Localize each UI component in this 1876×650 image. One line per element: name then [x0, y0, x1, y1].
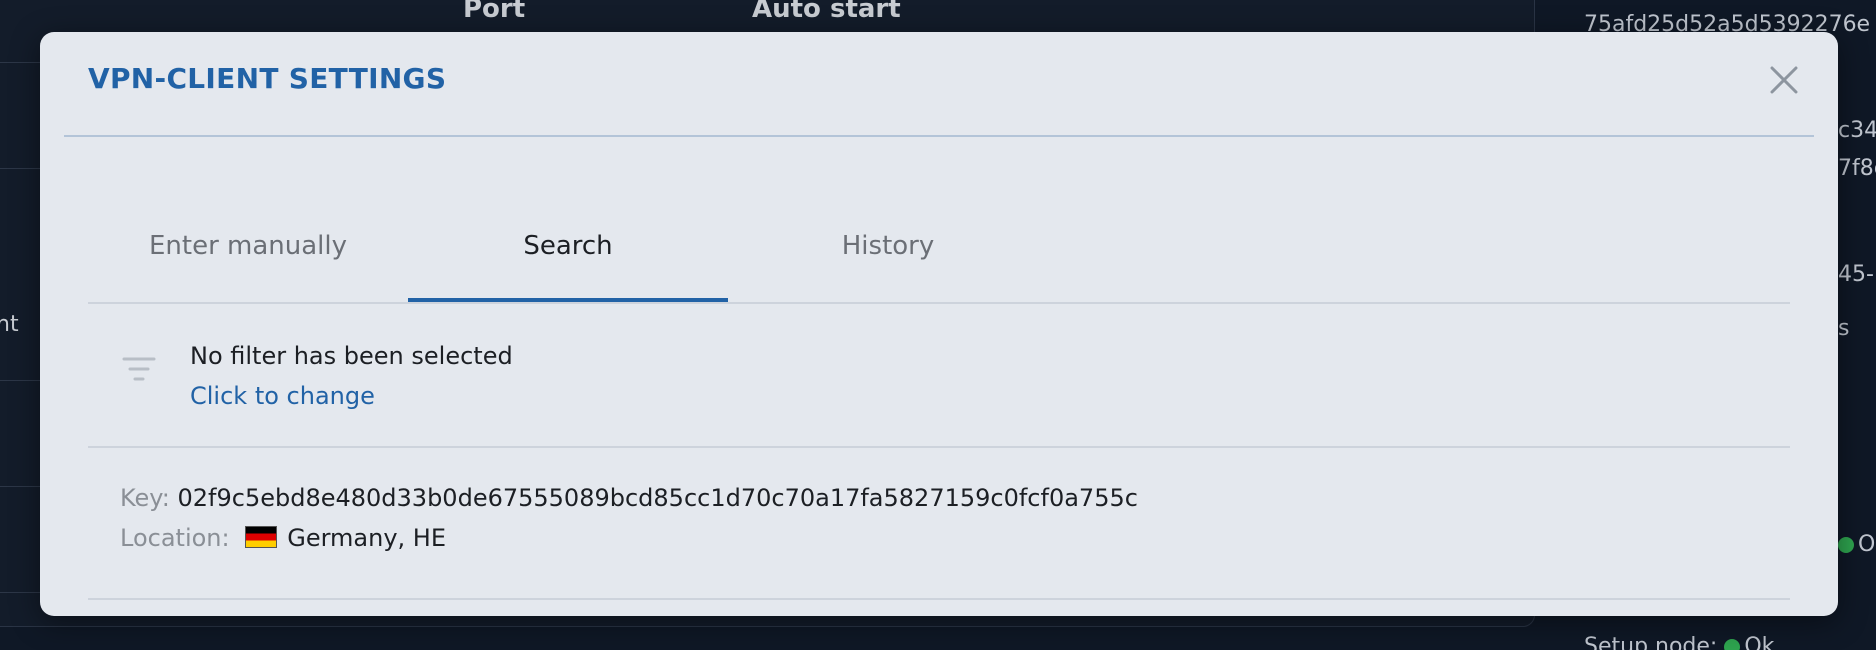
auto-start-column-header: Auto start	[752, 0, 901, 24]
germany-flag-icon	[245, 526, 278, 548]
status-ok-icon	[1724, 639, 1741, 650]
key-value: 02f9c5ebd8e480d33b0de67555089bcd85cc1d70…	[177, 484, 1138, 512]
filter-selector[interactable]: No filter has been selected Click to cha…	[88, 304, 1790, 448]
setup-node-value: Ok	[1744, 634, 1775, 650]
key-label: Key:	[120, 484, 170, 512]
search-result-item[interactable]: Key: 02f9c5ebd8e480d33b0de67555089bcd85c…	[88, 448, 1790, 600]
background-status-text: O	[1858, 532, 1876, 557]
row-divider	[0, 592, 40, 593]
close-icon[interactable]	[1766, 62, 1802, 98]
status-ok-icon	[1838, 537, 1854, 553]
title-divider	[64, 135, 1814, 137]
tab-bar: Enter manually Search History	[88, 192, 1790, 304]
row-divider	[0, 62, 40, 63]
background-status: O	[1838, 532, 1876, 557]
background-key-text: 45-	[1838, 262, 1874, 287]
location-label: Location:	[120, 524, 230, 552]
tab-history[interactable]: History	[728, 192, 1048, 300]
dialog-title: VPN-CLIENT SETTINGS	[88, 62, 447, 95]
setup-node-label: Setup node:	[1584, 634, 1718, 650]
change-filter-link[interactable]: Click to change	[190, 382, 375, 410]
row-divider	[0, 486, 40, 487]
filter-status-text: No filter has been selected	[190, 342, 513, 370]
background-key-text: c34c	[1838, 118, 1876, 143]
background-key-text: s	[1838, 316, 1850, 341]
vpn-client-settings-dialog: VPN-CLIENT SETTINGS Enter manually Searc…	[40, 32, 1838, 616]
setup-node-status: Setup node: Ok	[1584, 634, 1876, 650]
tab-enter-manually[interactable]: Enter manually	[88, 192, 408, 300]
background-key-text: 7f8c	[1838, 156, 1876, 181]
row-divider	[0, 168, 40, 169]
port-column-header: Port	[463, 0, 526, 24]
key-line: Key: 02f9c5ebd8e480d33b0de67555089bcd85c…	[120, 484, 1138, 512]
location-value: Germany, HE	[287, 524, 447, 552]
filter-icon	[122, 356, 156, 382]
tab-search[interactable]: Search	[408, 192, 728, 302]
background-row-text: nt	[0, 312, 19, 337]
row-divider	[0, 380, 40, 381]
location-line: Location: Germany, HE	[120, 524, 446, 552]
